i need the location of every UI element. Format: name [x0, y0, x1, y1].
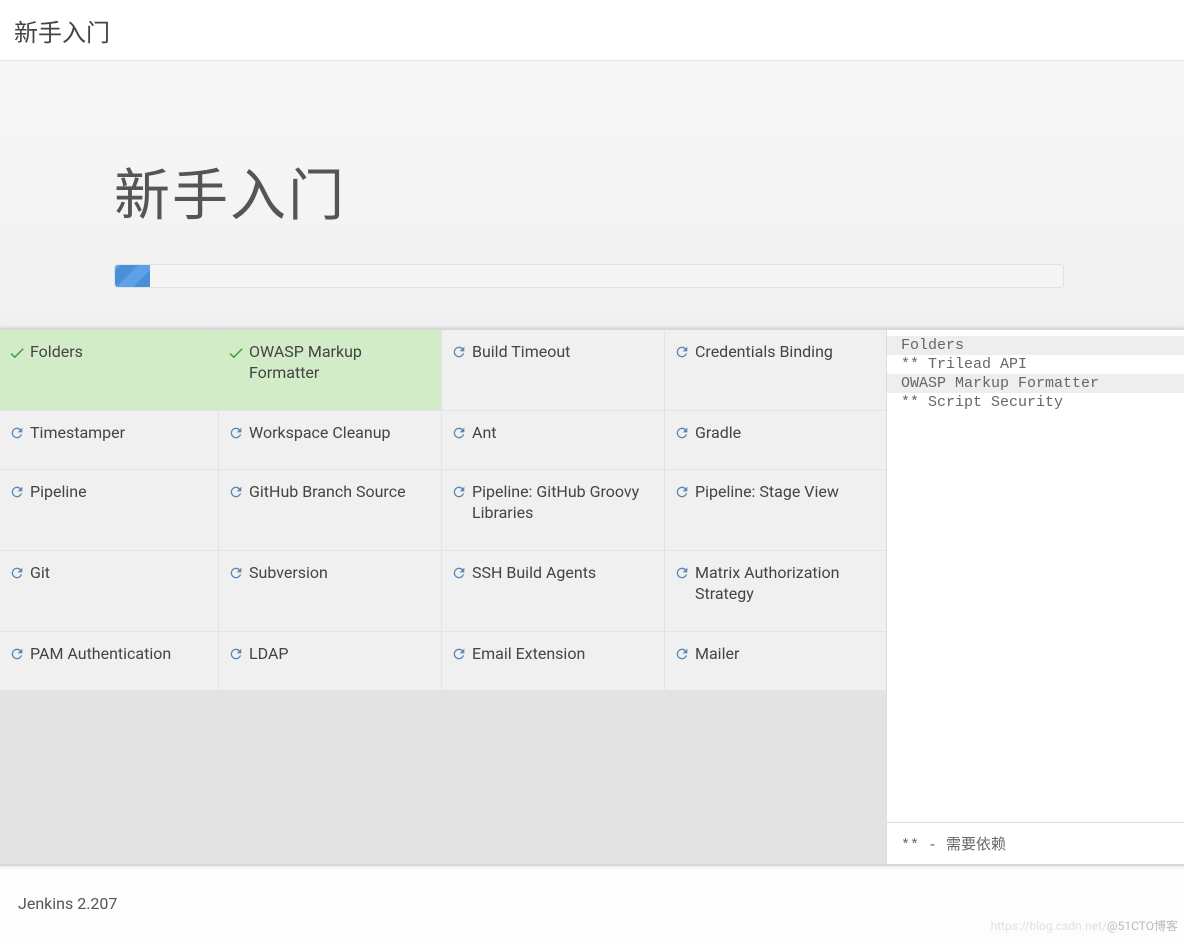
plugin-name: Pipeline	[30, 482, 208, 503]
plugin-name: Subversion	[249, 563, 431, 584]
plugin-name: Folders	[30, 342, 208, 363]
log-line: ** Trilead API	[887, 355, 1184, 374]
plugin-name: Credentials Binding	[695, 342, 877, 363]
plugin-name: Pipeline: GitHub Groovy Libraries	[472, 482, 654, 524]
plugin-cell: Credentials Binding	[665, 330, 886, 410]
refresh-icon	[446, 482, 472, 500]
plugin-name: Gradle	[695, 423, 877, 444]
install-log: Folders** Trilead APIOWASP Markup Format…	[887, 330, 1184, 822]
refresh-icon	[446, 342, 472, 360]
plugin-name: Pipeline: Stage View	[695, 482, 877, 503]
plugin-cell: Workspace Cleanup	[219, 411, 441, 470]
hero-title: 新手入门	[114, 151, 1184, 232]
check-icon	[4, 342, 30, 362]
plugin-cell: OWASP Markup Formatter	[219, 330, 441, 410]
refresh-icon	[223, 423, 249, 441]
plugin-cell: Gradle	[665, 411, 886, 470]
plugin-name: PAM Authentication	[30, 644, 208, 665]
log-line: ** Script Security	[887, 393, 1184, 412]
log-line: Folders	[887, 336, 1184, 355]
plugin-name: LDAP	[249, 644, 431, 665]
plugin-cell: Git	[0, 551, 218, 631]
plugin-cell: Timestamper	[0, 411, 218, 470]
install-log-panel: Folders** Trilead APIOWASP Markup Format…	[886, 330, 1184, 864]
check-icon	[223, 342, 249, 362]
plugin-cell: Build Timeout	[442, 330, 664, 410]
refresh-icon	[669, 644, 695, 662]
refresh-icon	[669, 342, 695, 360]
plugin-name: Mailer	[695, 644, 877, 665]
log-line: OWASP Markup Formatter	[887, 374, 1184, 393]
plugin-name: Email Extension	[472, 644, 654, 665]
plugin-name: OWASP Markup Formatter	[249, 342, 431, 384]
plugin-cell: LDAP	[219, 632, 441, 691]
plugin-name: SSH Build Agents	[472, 563, 654, 584]
watermark: https://blog.csdn.net/@51CTO博客	[991, 917, 1178, 934]
plugin-cell: Pipeline: GitHub Groovy Libraries	[442, 470, 664, 550]
breadcrumb: 新手入门	[0, 0, 1184, 60]
refresh-icon	[669, 423, 695, 441]
plugin-name: Timestamper	[30, 423, 208, 444]
refresh-icon	[4, 563, 30, 581]
plugin-cell: Pipeline: Stage View	[665, 470, 886, 550]
refresh-icon	[669, 482, 695, 500]
plugin-cell: Email Extension	[442, 632, 664, 691]
refresh-icon	[446, 644, 472, 662]
plugin-cell: Subversion	[219, 551, 441, 631]
refresh-icon	[4, 482, 30, 500]
plugin-name: Build Timeout	[472, 342, 654, 363]
plugin-name: Matrix Authorization Strategy	[695, 563, 877, 605]
refresh-icon	[669, 563, 695, 581]
hero: 新手入门	[0, 60, 1184, 328]
legend: ** - 需要依赖	[887, 822, 1184, 864]
plugin-cell: PAM Authentication	[0, 632, 218, 691]
progress-bar	[114, 264, 1064, 288]
refresh-icon	[223, 482, 249, 500]
plugin-cell: Matrix Authorization Strategy	[665, 551, 886, 631]
plugin-cell: Ant	[442, 411, 664, 470]
progress-fill	[115, 265, 150, 287]
refresh-icon	[446, 423, 472, 441]
plugin-cell: Mailer	[665, 632, 886, 691]
main-panel: Folders OWASP Markup Formatter Build Timeo…	[0, 328, 1184, 866]
plugin-grid: Folders OWASP Markup Formatter Build Timeo…	[0, 330, 886, 864]
refresh-icon	[223, 644, 249, 662]
plugin-cell: SSH Build Agents	[442, 551, 664, 631]
refresh-icon	[4, 644, 30, 662]
plugin-cell: GitHub Branch Source	[219, 470, 441, 550]
plugin-name: Ant	[472, 423, 654, 444]
footer: Jenkins 2.207	[0, 866, 1184, 913]
jenkins-version: Jenkins 2.207	[18, 894, 117, 913]
plugin-name: GitHub Branch Source	[249, 482, 431, 503]
refresh-icon	[4, 423, 30, 441]
plugin-name: Git	[30, 563, 208, 584]
refresh-icon	[223, 563, 249, 581]
page-title: 新手入门	[14, 13, 110, 48]
plugin-cell: Pipeline	[0, 470, 218, 550]
plugin-cell: Folders	[0, 330, 218, 410]
plugin-name: Workspace Cleanup	[249, 423, 431, 444]
refresh-icon	[446, 563, 472, 581]
